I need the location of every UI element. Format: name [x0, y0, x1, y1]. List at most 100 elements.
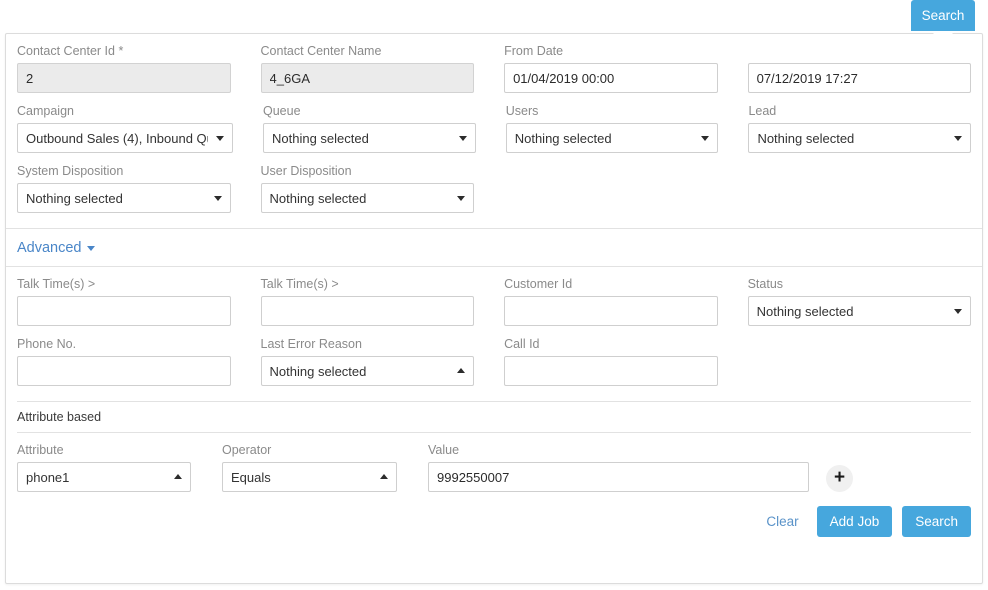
campaign-select-value: Outbound Sales (4), Inbound Quer	[26, 130, 208, 146]
advanced-toggle[interactable]: Advanced	[17, 240, 95, 256]
talk-time-min-input[interactable]	[17, 296, 231, 326]
queue-select[interactable]: Nothing selected	[263, 123, 476, 153]
talk-time-max-input[interactable]	[260, 296, 475, 326]
advanced-toggle-label: Advanced	[17, 239, 82, 256]
field-operator: Operator Equals	[222, 443, 397, 492]
label-last-error-reason: Last Error Reason	[260, 337, 362, 351]
chevron-up-icon	[380, 474, 388, 479]
last-error-reason-select-value: Nothing selected	[269, 363, 367, 379]
search-tab[interactable]: Search	[911, 0, 975, 31]
footer-actions: Clear Add Job Search	[6, 492, 982, 537]
search-panel: Contact Center Id * Contact Center Name …	[5, 33, 983, 584]
users-select-value: Nothing selected	[514, 130, 612, 146]
basic-row-3-spacer-1	[504, 164, 748, 224]
label-user-disposition: User Disposition	[260, 164, 352, 178]
system-disposition-select-value: Nothing selected	[26, 190, 123, 206]
field-customer-id: Customer Id	[504, 277, 748, 337]
label-status: Status	[747, 277, 784, 291]
plus-icon: +	[833, 467, 846, 488]
label-users: Users	[505, 104, 539, 118]
advanced-row-1: Talk Time(s) > Talk Time(s) > Customer I…	[17, 277, 972, 337]
field-call-id: Call Id	[504, 337, 748, 397]
field-users: Users Nothing selected	[505, 104, 749, 164]
basic-row-1: Contact Center Id * Contact Center Name …	[17, 44, 972, 104]
campaign-select[interactable]: Outbound Sales (4), Inbound Quer	[17, 123, 233, 153]
field-attribute: Attribute phone1	[17, 443, 191, 492]
chevron-down-icon	[216, 136, 224, 141]
basic-row-3-spacer-2	[748, 164, 971, 224]
chevron-down-icon	[701, 136, 710, 141]
label-lead: Lead	[748, 104, 777, 118]
label-value: Value	[428, 443, 460, 457]
field-status: Status Nothing selected	[747, 277, 972, 337]
label-customer-id: Customer Id	[504, 277, 573, 291]
chevron-down-icon	[86, 246, 95, 251]
field-from-date: From Date	[504, 44, 748, 104]
label-system-disposition: System Disposition	[17, 164, 124, 178]
operator-select[interactable]: Equals	[222, 462, 397, 492]
search-button[interactable]: Search	[902, 506, 971, 537]
field-lead: Lead Nothing selected	[748, 104, 971, 164]
basic-row-3: System Disposition Nothing selected User…	[17, 164, 971, 224]
advanced-row-2: Phone No. Last Error Reason Nothing sele…	[17, 337, 971, 397]
field-user-disposition: User Disposition Nothing selected	[260, 164, 505, 224]
label-attribute: Attribute	[17, 443, 64, 457]
basic-row-2: Campaign Outbound Sales (4), Inbound Que…	[17, 104, 971, 164]
field-system-disposition: System Disposition Nothing selected	[17, 164, 261, 224]
advanced-filters-section: Talk Time(s) > Talk Time(s) > Customer I…	[6, 267, 982, 397]
last-error-reason-select[interactable]: Nothing selected	[260, 356, 475, 386]
to-date-input[interactable]	[747, 63, 972, 93]
attribute-based-title: Attribute based	[17, 410, 102, 424]
field-campaign: Campaign Outbound Sales (4), Inbound Que…	[17, 104, 263, 164]
system-disposition-select[interactable]: Nothing selected	[17, 183, 231, 213]
attribute-row: Attribute phone1 Operator Equals Value +	[6, 433, 982, 492]
advanced-toggle-bar[interactable]: Advanced	[6, 228, 982, 267]
label-talk-time-min: Talk Time(s) >	[17, 277, 96, 291]
phone-no-input[interactable]	[17, 356, 231, 386]
add-job-button[interactable]: Add Job	[816, 506, 893, 537]
attribute-select[interactable]: phone1	[17, 462, 191, 492]
user-disposition-select[interactable]: Nothing selected	[260, 183, 475, 213]
search-filter-page: Search Contact Center Id * Contact Cente…	[0, 0, 988, 590]
basic-filters-section: Contact Center Id * Contact Center Name …	[6, 34, 982, 224]
field-phone-no: Phone No.	[17, 337, 261, 397]
add-attribute-button[interactable]: +	[826, 465, 853, 492]
contact-center-id-input[interactable]	[17, 63, 231, 93]
label-talk-time-max: Talk Time(s) >	[260, 277, 339, 291]
status-select[interactable]: Nothing selected	[747, 296, 972, 326]
contact-center-name-input[interactable]	[260, 63, 475, 93]
label-campaign: Campaign	[17, 104, 74, 118]
users-select[interactable]: Nothing selected	[505, 123, 719, 153]
clear-button[interactable]: Clear	[758, 508, 806, 535]
operator-select-value: Equals	[231, 469, 271, 485]
from-date-input[interactable]	[504, 63, 718, 93]
chevron-down-icon	[457, 196, 466, 201]
field-contact-center-name: Contact Center Name	[260, 44, 505, 104]
label-contact-center-id: Contact Center Id *	[17, 44, 124, 58]
field-to-date	[747, 44, 972, 104]
queue-select-value: Nothing selected	[272, 130, 369, 146]
field-last-error-reason: Last Error Reason Nothing selected	[260, 337, 505, 397]
chevron-down-icon	[954, 309, 963, 314]
chevron-up-icon	[457, 368, 466, 373]
value-input[interactable]	[428, 462, 809, 492]
field-contact-center-id: Contact Center Id *	[17, 44, 261, 104]
lead-select[interactable]: Nothing selected	[748, 123, 971, 153]
call-id-input[interactable]	[504, 356, 718, 386]
chevron-up-icon	[174, 474, 182, 479]
attribute-select-value: phone1	[26, 469, 70, 485]
chevron-down-icon	[458, 136, 467, 141]
attribute-based-header: Attribute based	[17, 401, 971, 433]
field-queue: Queue Nothing selected	[263, 104, 506, 164]
field-talk-time-min: Talk Time(s) >	[17, 277, 261, 337]
chevron-down-icon	[954, 136, 962, 141]
label-queue: Queue	[263, 104, 301, 118]
status-select-value: Nothing selected	[756, 303, 854, 319]
label-to-date-spacer	[748, 44, 971, 63]
label-call-id: Call Id	[504, 337, 540, 351]
field-talk-time-max: Talk Time(s) >	[260, 277, 505, 337]
customer-id-input[interactable]	[504, 296, 718, 326]
search-tab-label: Search	[921, 8, 965, 23]
label-operator: Operator	[222, 443, 272, 457]
lead-select-value: Nothing selected	[757, 130, 855, 146]
